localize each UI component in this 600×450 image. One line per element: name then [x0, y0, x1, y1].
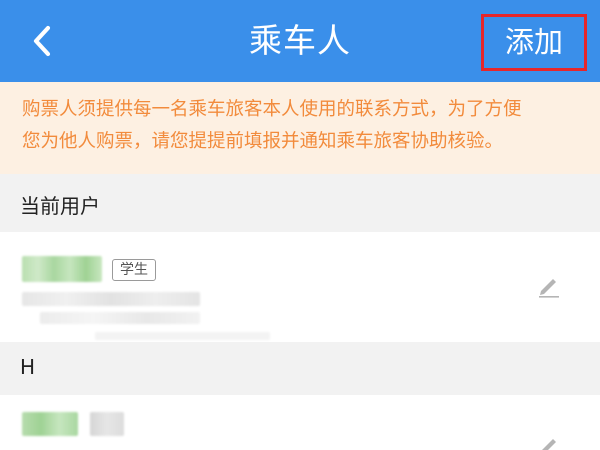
redacted-name-2: [90, 412, 124, 436]
redacted-name: [22, 412, 78, 436]
notice-line-1: 购票人须提供每一名乘车旅客本人使用的联系方式，为了方便: [22, 99, 522, 120]
top-navigation-bar: 乘车人 添加: [0, 0, 600, 82]
student-badge: 学生: [112, 259, 156, 281]
redacted-name: [22, 256, 102, 282]
redacted-id: [22, 292, 200, 306]
redacted-extra: [95, 332, 270, 340]
notice-line-2: 您为他人购票，请您提提前填报并通知乘车旅客协助核验。: [22, 131, 504, 152]
passenger-card-h[interactable]: [0, 395, 600, 450]
redacted-id-line2: [40, 312, 200, 324]
notice-banner: 购票人须提供每一名乘车旅客本人使用的联系方式，为了方便 您为他人购票，请您提提前…: [0, 82, 600, 174]
pencil-icon[interactable]: [536, 432, 562, 450]
passenger-card-current-user[interactable]: 学生: [0, 232, 600, 342]
pencil-icon[interactable]: [536, 272, 562, 298]
section-title-current-user: 当前用户: [20, 194, 100, 218]
add-button[interactable]: 添加: [484, 17, 584, 68]
section-title-h: H: [20, 355, 36, 379]
add-button-highlight: 添加: [481, 14, 587, 71]
